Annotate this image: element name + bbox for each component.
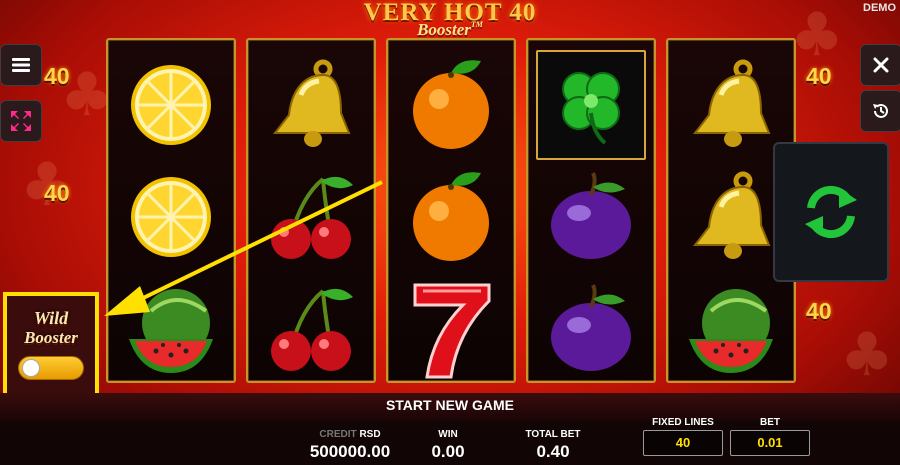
fixed-lines-label: FIXED LINES [652,417,714,428]
credit-label: CREDIT RSD [300,429,400,440]
bet-selector[interactable]: 0.01 [730,430,810,456]
game-stage: ♣ ♣ ♣ ♣ ♣ VERY HOT 40 BoosterTM DEMO 40 … [0,0,900,465]
bottom-bar: START NEW GAME CREDIT RSD 500000.00 WIN … [0,393,900,465]
credit-value: 500000.00 [309,442,391,461]
arrow-shaft [134,180,383,304]
win-display: WIN 0.00 [418,429,478,462]
arrow-head [104,286,150,316]
fixed-lines-value: 40 [643,430,723,456]
win-label: WIN [438,429,458,440]
win-value: 0.00 [431,442,465,461]
credit-currency: RSD [359,429,381,440]
total-bet-value: 0.40 [536,442,570,461]
credit-label-text: CREDIT [319,429,357,440]
total-bet-label: TOTAL BET [525,429,581,440]
bet-label: BET [760,417,780,428]
credit-display: CREDIT RSD 500000.00 [300,429,400,462]
total-bet-display: TOTAL BET 0.40 [510,429,596,462]
